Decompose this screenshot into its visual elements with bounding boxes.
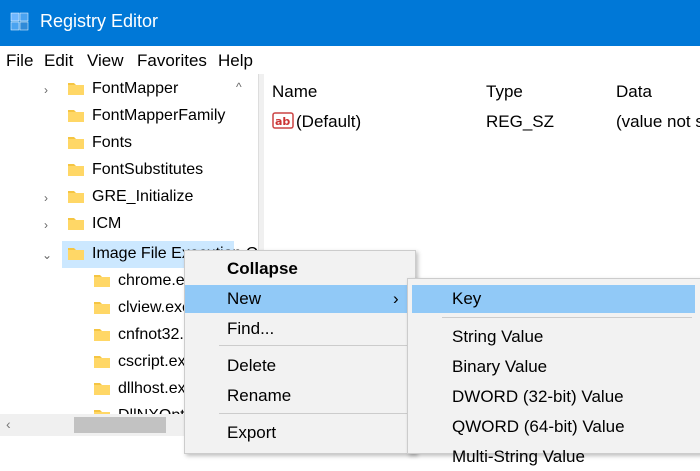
tree-item-label: FontSubstitutes	[92, 161, 204, 178]
expand-arrow-icon[interactable]: ›	[44, 83, 56, 97]
menu-separator	[219, 413, 409, 414]
folder-icon	[68, 216, 84, 230]
menu-edit[interactable]: Edit	[44, 51, 73, 71]
folder-icon	[68, 81, 84, 95]
menu-item-qword-value[interactable]: QWORD (64-bit) Value	[408, 413, 700, 441]
menu-bar: File Edit View Favorites Help	[0, 46, 700, 74]
menu-favorites[interactable]: Favorites	[137, 51, 207, 71]
tree-item-gre-initialize[interactable]: › GRE_Initialize	[0, 184, 240, 211]
submenu-arrow-icon: ›	[393, 289, 399, 308]
tree-item-fontmapperfamily[interactable]: FontMapperFamily	[0, 103, 240, 130]
scrollbar-thumb[interactable]	[74, 417, 166, 433]
tree-item-label: Fonts	[92, 134, 133, 151]
menu-item-collapse[interactable]: Collapse	[185, 255, 415, 283]
tree-item-icm[interactable]: › ICM	[0, 211, 240, 238]
context-menu: Collapse New › Find... Delete Rename Exp…	[184, 250, 416, 454]
folder-icon	[94, 300, 110, 314]
collapse-arrow-icon[interactable]: ⌄	[42, 248, 54, 262]
menu-item-delete[interactable]: Delete	[185, 352, 415, 380]
tree-item-label: cscript.exe	[118, 353, 195, 370]
value-type: REG_SZ	[486, 112, 555, 131]
menu-item-dword-value[interactable]: DWORD (32-bit) Value	[408, 383, 700, 411]
tree-item-fontsubstitutes[interactable]: FontSubstitutes	[0, 157, 240, 184]
value-data: (value not set)	[616, 112, 700, 131]
tree-item-fonts[interactable]: Fonts	[0, 130, 240, 157]
menu-help[interactable]: Help	[218, 51, 253, 71]
menu-item-binary-value[interactable]: Binary Value	[408, 353, 700, 381]
expand-arrow-icon[interactable]: ›	[44, 191, 56, 205]
folder-icon	[94, 273, 110, 287]
folder-icon	[94, 327, 110, 341]
menu-separator	[219, 345, 409, 346]
tree-item-fontmapper[interactable]: › FontMapper	[0, 76, 240, 103]
menu-separator	[442, 317, 692, 318]
folder-icon	[68, 189, 84, 203]
title-bar: Registry Editor	[0, 0, 700, 46]
scroll-up-icon[interactable]: ^	[236, 80, 250, 94]
menu-item-find[interactable]: Find...	[185, 315, 415, 343]
menu-item-multi-string-value[interactable]: Multi-String Value	[408, 443, 700, 471]
folder-icon	[68, 162, 84, 176]
tree-item-label: FontMapper	[92, 80, 179, 97]
folder-icon	[94, 354, 110, 368]
folder-icon	[68, 135, 84, 149]
column-header-data[interactable]: Data	[616, 82, 652, 102]
folder-icon	[94, 381, 110, 395]
tree-item-label: GRE_Initialize	[92, 188, 194, 205]
tree-item-label: clview.exe	[118, 299, 191, 316]
menu-file[interactable]: File	[6, 51, 33, 71]
column-header-type[interactable]: Type	[486, 82, 523, 102]
folder-icon	[68, 246, 84, 260]
svg-text:ab: ab	[275, 115, 290, 128]
tree-item-label: ICM	[92, 215, 122, 232]
menu-item-export[interactable]: Export	[185, 419, 415, 447]
scroll-left-icon[interactable]: ‹	[6, 416, 11, 432]
tree-item-label: FontMapperFamily	[92, 107, 226, 124]
menu-item-rename[interactable]: Rename	[185, 382, 415, 410]
string-value-icon: ab	[272, 111, 294, 131]
new-submenu: Key String Value Binary Value DWORD (32-…	[407, 278, 700, 466]
window-title: Registry Editor	[40, 11, 159, 31]
value-name: (Default)	[296, 112, 362, 131]
column-header-name[interactable]: Name	[272, 82, 317, 102]
registry-editor-icon	[10, 12, 30, 32]
menu-item-new[interactable]: New ›	[185, 285, 409, 313]
menu-item-key[interactable]: Key	[412, 285, 695, 313]
menu-view[interactable]: View	[87, 51, 124, 71]
folder-icon	[68, 108, 84, 122]
expand-arrow-icon[interactable]: ›	[44, 218, 56, 232]
menu-item-string-value[interactable]: String Value	[408, 323, 700, 351]
